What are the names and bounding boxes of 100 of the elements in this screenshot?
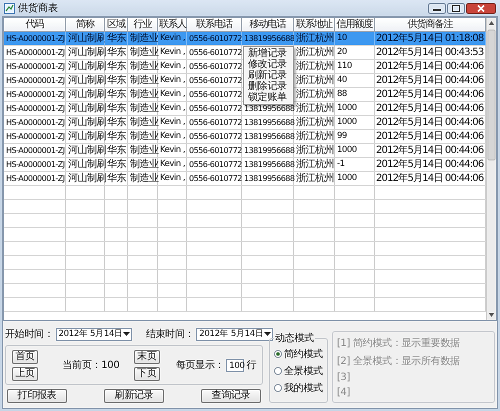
table-cell[interactable]: 制造业 [128,172,158,186]
table-cell[interactable]: 河山制刷 [66,88,105,102]
dropdown-arrow-icon[interactable] [264,332,271,336]
table-cell[interactable]: 99 [335,130,375,144]
table-cell[interactable]: HS-A0000001-ZJ [4,144,66,158]
table-cell[interactable]: 华东 [105,172,128,186]
scrollbar[interactable] [486,18,496,320]
table-cell[interactable]: 河山制刷 [66,60,105,74]
table-cell[interactable]: HS-A0000001-ZJ [4,102,66,116]
table-cell[interactable]: 2012年5月14日 01:18:08 [375,32,486,46]
table-cell[interactable]: 110 [335,60,375,74]
table-cell[interactable]: 河山制刷 [66,102,105,116]
close-button[interactable] [466,2,496,14]
table-cell[interactable]: 河山制刷 [66,130,105,144]
radio-button[interactable] [274,367,282,375]
table-cell[interactable]: 制造业 [128,32,158,46]
table-cell[interactable]: 制造业 [128,88,158,102]
menu-item[interactable]: 修改记录 [244,59,293,70]
date-picker[interactable]: 2012年 5月14日 [56,328,132,340]
menu-item[interactable]: 刷新记录 [244,70,293,81]
table-cell[interactable]: 0556-6010772 [187,88,242,102]
table-cell[interactable]: HS-A0000001-ZJ [4,32,66,46]
column-header[interactable]: 移动电话 [242,18,294,32]
table-cell[interactable]: 河山制刷 [66,74,105,88]
table-cell[interactable]: 浙江杭州 [294,116,335,130]
table-cell[interactable]: 0556-6010772 [187,144,242,158]
action-button[interactable]: 刷新记录 [104,389,164,403]
table-cell[interactable]: 浙江杭州 [294,130,335,144]
table-cell[interactable]: HS-A0000001-ZJ [4,88,66,102]
table-cell[interactable]: 0556-6010772 [187,46,242,60]
table-cell[interactable]: 制造业 [128,102,158,116]
column-header[interactable]: 代码 [4,18,66,32]
table-cell[interactable]: 华东 [105,74,128,88]
table-cell[interactable]: 0556-6010772 [187,74,242,88]
table-cell[interactable]: 华东 [105,60,128,74]
table-cell[interactable]: 0556-6010772 [187,32,242,46]
table-cell[interactable]: 华东 [105,158,128,172]
column-header[interactable]: 供货商备注 [375,18,486,32]
table-cell[interactable]: Kevin , [158,60,187,74]
action-button[interactable]: 打印报表 [7,389,67,403]
maximize-button[interactable] [447,2,465,14]
table-cell[interactable]: 0556-6010772 [187,60,242,74]
minimize-button[interactable] [428,2,446,14]
table-cell[interactable]: 浙江杭州 [294,158,335,172]
previous-page-button[interactable]: 上页 [12,366,38,380]
menu-item[interactable]: 删除记录 [244,81,293,92]
table-cell[interactable]: 1000 [335,102,375,116]
next-page-button[interactable]: 下页 [134,366,160,380]
table-cell[interactable]: Kevin , [158,102,187,116]
table-cell[interactable]: 13819956688 [242,172,294,186]
table-cell[interactable]: 10 [335,32,375,46]
radio-label[interactable]: 简约模式 [284,347,323,361]
table-cell[interactable]: 浙江杭州 [294,172,335,186]
table-cell[interactable]: 制造业 [128,144,158,158]
page-size-field[interactable]: 100 [226,358,244,372]
radio-label[interactable]: 全景模式 [284,364,323,378]
table-cell[interactable]: HS-A0000001-ZJ [4,74,66,88]
table-cell[interactable]: 浙江杭州 [294,32,335,46]
table-cell[interactable]: 1000 [335,116,375,130]
table-cell[interactable]: 浙江杭州 [294,102,335,116]
table-cell[interactable]: HS-A0000001-ZJ [4,116,66,130]
table-cell[interactable]: 制造业 [128,116,158,130]
table-cell[interactable]: HS-A0000001-ZJ [4,60,66,74]
column-header[interactable]: 联系人 [158,18,187,32]
table-cell[interactable]: 13819956688 [242,158,294,172]
table-cell[interactable]: 0556-6010772 [187,158,242,172]
table-cell[interactable]: Kevin , [158,172,187,186]
table-cell[interactable]: 华东 [105,116,128,130]
table-cell[interactable]: Kevin , [158,130,187,144]
table-cell[interactable]: 制造业 [128,158,158,172]
column-header[interactable]: 区域 [105,18,128,32]
column-header[interactable]: 联系地址 [294,18,335,32]
table-cell[interactable]: Kevin , [158,46,187,60]
menu-item[interactable]: 锁定账单 [244,92,293,103]
table-cell[interactable]: 0556-6010772 [187,130,242,144]
table-cell[interactable]: 0556-6010772 [187,102,242,116]
table-cell[interactable]: 13819956688 [242,130,294,144]
table-cell[interactable]: 河山制刷 [66,172,105,186]
table-cell[interactable]: Kevin , [158,158,187,172]
table-cell[interactable]: 0556-6010772 [187,172,242,186]
table-cell[interactable]: Kevin , [158,32,187,46]
table-cell[interactable]: 13819956688 [242,116,294,130]
table-cell[interactable]: Kevin , [158,88,187,102]
table-cell[interactable]: HS-A0000001-ZJ [4,172,66,186]
table-cell[interactable]: HS-A0000001-ZJ [4,158,66,172]
table-cell[interactable]: 制造业 [128,74,158,88]
column-header[interactable]: 联系电话 [187,18,242,32]
date-picker[interactable]: 2012年 5月14日 [196,328,273,340]
radio-button[interactable] [274,350,282,358]
column-header[interactable]: 信用额度 [335,18,375,32]
table-cell[interactable]: 0556-6010772 [187,116,242,130]
radio-label[interactable]: 我的模式 [284,381,323,395]
table-cell[interactable]: 华东 [105,32,128,46]
table-cell[interactable]: Kevin , [158,74,187,88]
table-cell[interactable]: 华东 [105,88,128,102]
table-cell[interactable]: 河山制刷 [66,158,105,172]
table-cell[interactable]: 制造业 [128,46,158,60]
dropdown-arrow-icon[interactable] [122,332,130,336]
table-cell[interactable]: 88 [335,88,375,102]
table-cell[interactable]: 河山制刷 [66,46,105,60]
